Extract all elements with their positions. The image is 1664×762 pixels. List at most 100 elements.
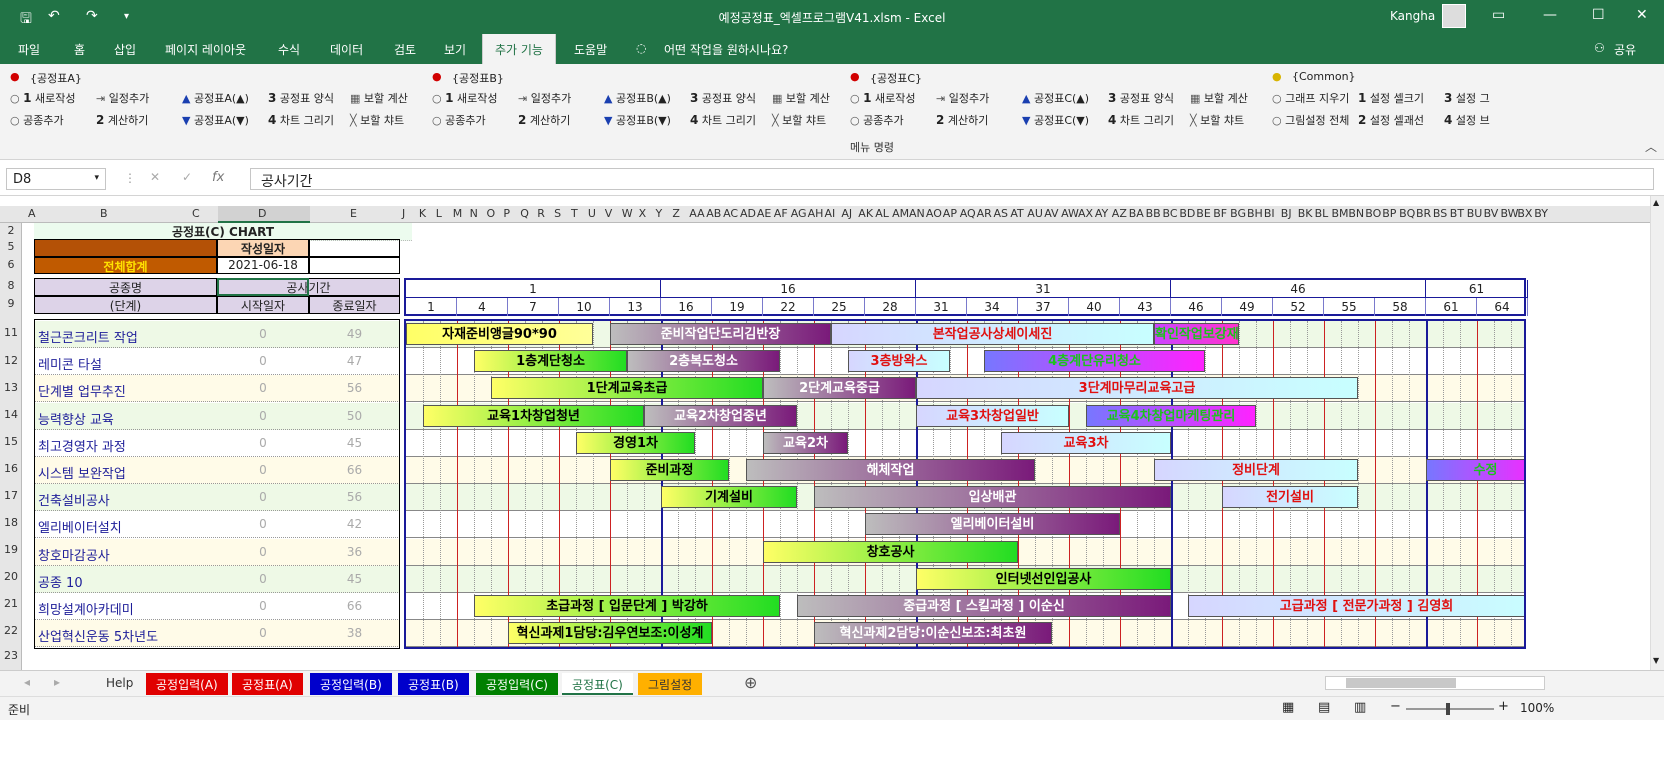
horizontal-scrollbar[interactable] bbox=[1325, 676, 1545, 690]
column-header[interactable]: N bbox=[470, 207, 478, 220]
column-header[interactable]: O bbox=[487, 207, 496, 220]
gantt-bar[interactable]: 교육1차창업청년 bbox=[423, 404, 644, 427]
user-name[interactable]: Kangha bbox=[1390, 9, 1435, 23]
row-header[interactable]: 5 bbox=[0, 239, 22, 255]
ribbon-command[interactable]: 3 설정 그 bbox=[1444, 90, 1490, 106]
gantt-bar[interactable]: 혁신과제2담당:이순신보조:최초원 bbox=[814, 622, 1052, 645]
ribbon-command[interactable]: ▲ 공정표C(▲) bbox=[1022, 90, 1089, 106]
page-layout-view-icon[interactable]: ▤ bbox=[1318, 700, 1330, 715]
ribbon-command[interactable]: 2 계산하기 bbox=[96, 112, 148, 128]
column-header[interactable]: BL bbox=[1315, 207, 1329, 220]
column-header[interactable]: E bbox=[350, 207, 357, 220]
column-header[interactable]: BU bbox=[1467, 207, 1483, 220]
column-header[interactable]: AD bbox=[740, 207, 756, 220]
worksheet-grid[interactable]: 공정표(C) CHART 작성일자 전체합계 2021-06-18 공종명 (단… bbox=[22, 223, 1650, 710]
cancel-icon[interactable]: ✕ bbox=[150, 170, 160, 184]
ribbon-command[interactable]: 3 공정표 양식 bbox=[1108, 90, 1174, 106]
chevron-down-icon[interactable]: ▾ bbox=[94, 173, 99, 183]
ribbon-command[interactable]: ○ 공종추가 bbox=[432, 112, 486, 128]
row-header[interactable]: 16 bbox=[0, 457, 22, 475]
column-header[interactable]: U bbox=[588, 207, 596, 220]
column-header[interactable]: AI bbox=[825, 207, 836, 220]
enter-icon[interactable]: ✓ bbox=[182, 170, 192, 184]
sheet-tab[interactable]: 공정입력(B) bbox=[310, 673, 392, 695]
next-sheet-icon[interactable]: ▸ bbox=[54, 675, 60, 689]
ribbon-command[interactable]: ▲ 공정표B(▲) bbox=[604, 90, 671, 106]
sheet-tab[interactable]: 공정표(A) bbox=[232, 673, 303, 695]
column-header[interactable]: V bbox=[605, 207, 613, 220]
column-header[interactable]: BG bbox=[1230, 207, 1246, 220]
column-header[interactable]: BM bbox=[1332, 207, 1349, 220]
row-header[interactable]: 12 bbox=[0, 349, 22, 367]
ribbon-command[interactable]: 4 차트 그리기 bbox=[1108, 112, 1174, 128]
add-sheet-icon[interactable]: ⊕ bbox=[744, 673, 757, 692]
gantt-bar[interactable]: 전기설비 bbox=[1222, 486, 1358, 509]
tab-insert[interactable]: 삽입 bbox=[114, 41, 136, 58]
ribbon-command[interactable]: ○ 1 새로작성 bbox=[432, 90, 497, 106]
ribbon-command[interactable]: ╳ 보할 챠트 bbox=[1190, 112, 1244, 128]
gantt-bar[interactable]: 교육2차 bbox=[763, 431, 848, 454]
name-box[interactable]: D8 ▾ bbox=[6, 168, 106, 190]
sheet-tab[interactable]: 공정입력(A) bbox=[146, 673, 228, 695]
column-header[interactable]: M bbox=[453, 207, 463, 220]
column-header[interactable]: AB bbox=[706, 207, 721, 220]
zoom-slider[interactable] bbox=[1406, 708, 1494, 710]
column-header[interactable]: J bbox=[402, 207, 405, 220]
column-header[interactable]: BE bbox=[1196, 207, 1211, 220]
gantt-bar[interactable]: 교육3차 bbox=[1001, 431, 1171, 454]
gantt-bar[interactable]: 기계설비 bbox=[661, 486, 797, 509]
scroll-up-icon[interactable]: ▲ bbox=[1653, 198, 1659, 207]
gantt-bar[interactable]: 교육4차창업마케팅관리 bbox=[1086, 404, 1256, 427]
column-header[interactable]: Y bbox=[656, 207, 663, 220]
column-header[interactable]: AL bbox=[875, 207, 889, 220]
tab-view[interactable]: 보기 bbox=[444, 41, 466, 58]
column-header[interactable]: T bbox=[571, 207, 578, 220]
gantt-bar[interactable]: 자재준비앵글90*90 bbox=[406, 323, 593, 345]
gantt-bar[interactable]: 3층방왁스 bbox=[848, 350, 950, 373]
column-header[interactable]: AJ bbox=[841, 207, 852, 220]
gantt-bar[interactable]: 1층계단청소 bbox=[474, 350, 627, 373]
maximize-icon[interactable]: ☐ bbox=[1592, 7, 1605, 23]
column-header[interactable]: AR bbox=[977, 207, 992, 220]
column-header[interactable]: A bbox=[28, 207, 36, 220]
gantt-bar[interactable]: 경영1차 bbox=[576, 431, 695, 454]
tab-review[interactable]: 검토 bbox=[394, 41, 416, 58]
column-header[interactable]: Z bbox=[672, 207, 680, 220]
column-header[interactable]: BA bbox=[1129, 207, 1144, 220]
column-header[interactable]: BS bbox=[1433, 207, 1447, 220]
ribbon-command[interactable]: 3 공정표 양식 bbox=[268, 90, 334, 106]
column-header[interactable]: X bbox=[639, 207, 647, 220]
gantt-bar[interactable]: 1단계교육초급 bbox=[491, 377, 763, 400]
zoom-in-icon[interactable]: + bbox=[1498, 699, 1509, 714]
ribbon-command[interactable]: ○ 그림설정 전체 bbox=[1272, 112, 1349, 128]
ribbon-command[interactable]: ╳ 보할 챠트 bbox=[772, 112, 826, 128]
row-header[interactable]: 20 bbox=[0, 565, 22, 583]
column-header[interactable]: BH bbox=[1247, 207, 1263, 220]
gantt-bar[interactable]: 정비단계 bbox=[1154, 459, 1358, 481]
tab-data[interactable]: 데이터 bbox=[330, 41, 363, 58]
sheet-tab[interactable]: 공정입력(C) bbox=[476, 673, 558, 695]
tab-help[interactable]: 도움말 bbox=[574, 41, 607, 58]
tab-file[interactable]: 파일 bbox=[18, 41, 40, 58]
ribbon-command[interactable]: 2 설정 셀괘선 bbox=[1358, 112, 1424, 128]
gantt-bar[interactable]: 2단계교육중급 bbox=[763, 377, 916, 400]
tab-home[interactable]: 홈 bbox=[74, 41, 85, 58]
ribbon-command[interactable]: ▦ 보할 계산 bbox=[772, 90, 830, 106]
gantt-bar[interactable]: 본작업공사상세이세진 bbox=[831, 323, 1154, 345]
zoom-slider-handle[interactable] bbox=[1446, 703, 1450, 715]
ribbon-display-icon[interactable]: ▭ bbox=[1492, 7, 1505, 23]
column-header[interactable]: BY bbox=[1534, 207, 1548, 220]
normal-view-icon[interactable]: ▦ bbox=[1282, 700, 1294, 715]
tab-addins[interactable]: 추가 기능 bbox=[482, 34, 556, 64]
page-break-view-icon[interactable]: ▥ bbox=[1354, 700, 1366, 715]
gantt-bar[interactable]: 교육3차창업일반 bbox=[916, 404, 1069, 427]
column-header[interactable]: Q bbox=[520, 207, 529, 220]
gantt-bar[interactable]: 확인작업보강재검토 bbox=[1154, 323, 1239, 345]
tab-formulas[interactable]: 수식 bbox=[278, 41, 300, 58]
column-header[interactable]: BO bbox=[1365, 207, 1381, 220]
sheet-tab[interactable]: Help bbox=[96, 673, 144, 695]
gantt-bar[interactable]: 준비과정 bbox=[610, 459, 729, 481]
gantt-bar[interactable]: 창호공사 bbox=[763, 540, 1018, 563]
ribbon-command[interactable]: ▼ 공정표C(▼) bbox=[1022, 112, 1089, 128]
row-header[interactable]: 9 bbox=[0, 296, 22, 312]
